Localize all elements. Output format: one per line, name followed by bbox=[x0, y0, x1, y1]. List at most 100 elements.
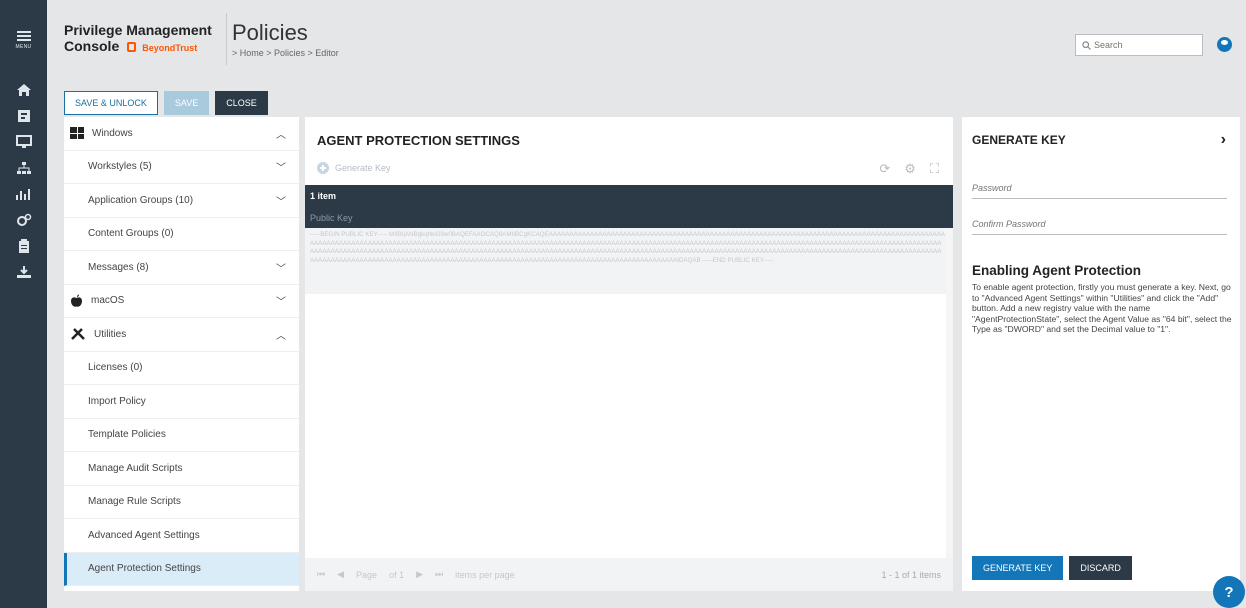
tree-item-label: Application Groups (10) bbox=[88, 194, 194, 206]
brand-line2: Console bbox=[64, 38, 120, 54]
tree-item-messages[interactable]: Messages (8) ﹀ bbox=[64, 251, 299, 285]
tree-group-label: macOS bbox=[91, 295, 125, 307]
tree-item-content-groups[interactable]: Content Groups (0) bbox=[64, 218, 299, 251]
generate-key-link[interactable]: Generate Key bbox=[317, 162, 391, 174]
column-header-public-key[interactable]: Public Key bbox=[305, 207, 953, 228]
side-rail: MENU bbox=[0, 0, 47, 608]
generate-key-button[interactable]: GENERATE KEY bbox=[972, 556, 1064, 580]
password-field[interactable] bbox=[972, 177, 1227, 199]
page-title: Policies bbox=[232, 20, 308, 45]
tree-item-label: Licenses (0) bbox=[88, 362, 143, 374]
user-avatar-icon[interactable] bbox=[1217, 37, 1232, 52]
generate-key-link-label: Generate Key bbox=[335, 163, 391, 173]
grid-scrollbar[interactable] bbox=[946, 228, 953, 558]
first-page-icon[interactable]: ⏮ bbox=[317, 569, 325, 580]
public-key-cell[interactable]: -----BEGIN PUBLIC KEY----- MIIBIjANBgkqh… bbox=[305, 228, 953, 294]
panel-actions: GENERATE KEY DISCARD bbox=[972, 556, 1132, 580]
page-size-label[interactable]: items per page bbox=[455, 570, 515, 580]
search-input[interactable] bbox=[1094, 40, 1194, 50]
brand: Privilege Management Console BeyondTrust bbox=[64, 22, 212, 56]
tree-item-label: Agent Protection Settings bbox=[88, 563, 201, 575]
refresh-icon[interactable]: ⟳ bbox=[879, 161, 890, 177]
tree-item-label: Workstyles (5) bbox=[88, 161, 152, 173]
gear-icon[interactable]: ⚙ bbox=[904, 161, 916, 177]
policy-tree: Windows ︿ Workstyles (5) ﹀ Application Gr… bbox=[64, 117, 299, 591]
help-heading: Enabling Agent Protection bbox=[972, 263, 1142, 278]
tree-item-label: Content Groups (0) bbox=[88, 228, 174, 240]
menu-label: MENU bbox=[15, 43, 32, 50]
tree-item-label: Advanced Agent Settings bbox=[88, 529, 200, 541]
beyondtrust-logo-icon bbox=[127, 42, 137, 52]
tree-item-template-policies[interactable]: Template Policies bbox=[64, 419, 299, 452]
generate-key-panel: GENERATE KEY › Enabling Agent Protection… bbox=[962, 117, 1240, 591]
tree-item-manage-rule-scripts[interactable]: Manage Rule Scripts bbox=[64, 486, 299, 519]
help-text: To enable agent protection, firstly you … bbox=[972, 282, 1232, 335]
panel-title: GENERATE KEY bbox=[972, 133, 1066, 147]
grid-count: 1 item bbox=[305, 185, 953, 207]
collapse-chevron-right-icon[interactable]: › bbox=[1221, 131, 1226, 149]
chevron-up-icon[interactable]: ︿ bbox=[275, 328, 287, 342]
section-title: AGENT PROTECTION SETTINGS bbox=[317, 133, 520, 148]
brand-line1: Privilege Management bbox=[64, 22, 212, 38]
tree-item-label: Template Policies bbox=[88, 429, 166, 441]
home-icon[interactable] bbox=[0, 78, 47, 101]
next-page-icon[interactable]: ▶ bbox=[416, 569, 423, 580]
pager-of-label: of 1 bbox=[389, 569, 405, 580]
tree-group-label: Utilities bbox=[94, 328, 127, 340]
policy-toolbar: SAVE & UNLOCK SAVE CLOSE bbox=[64, 91, 268, 115]
chevron-down-icon[interactable]: ﹀ bbox=[275, 194, 287, 208]
top-bar: Privilege Management Console BeyondTrust … bbox=[47, 0, 1246, 79]
tree-item-label: Manage Audit Scripts bbox=[88, 462, 183, 474]
chevron-down-icon[interactable]: ﹀ bbox=[275, 161, 287, 174]
fullscreen-icon[interactable]: ⛶ bbox=[930, 161, 939, 177]
tree-group-label: Windows bbox=[92, 127, 133, 139]
tree-group-windows[interactable]: Windows ︿ bbox=[64, 117, 299, 151]
help-button[interactable]: ? bbox=[1213, 576, 1245, 608]
pager: ⏮ ◀ Page of 1 ▶ ⏭ items per page 1 - 1 o… bbox=[305, 558, 953, 591]
chevron-up-icon[interactable]: ︿ bbox=[275, 127, 287, 141]
discard-button[interactable]: DISCARD bbox=[1069, 556, 1132, 580]
clipboard-icon[interactable] bbox=[0, 234, 47, 257]
computer-icon[interactable] bbox=[0, 130, 47, 153]
agent-protection-panel: AGENT PROTECTION SETTINGS Generate Key ⟳… bbox=[305, 117, 953, 591]
prev-page-icon[interactable]: ◀ bbox=[337, 569, 344, 580]
add-circle-icon bbox=[317, 162, 329, 174]
save-unlock-button[interactable]: SAVE & UNLOCK bbox=[64, 91, 158, 115]
settings-icon[interactable] bbox=[0, 208, 47, 231]
header-divider bbox=[226, 13, 227, 65]
tree-item-licenses[interactable]: Licenses (0) bbox=[64, 352, 299, 385]
tree-item-manage-audit-scripts[interactable]: Manage Audit Scripts bbox=[64, 452, 299, 486]
chevron-down-icon[interactable]: ﹀ bbox=[275, 295, 287, 308]
tree-group-macos[interactable]: macOS ﹀ bbox=[64, 285, 299, 318]
apple-icon bbox=[71, 294, 82, 307]
public-key-grid: 1 item Public Key -----BEGIN PUBLIC KEY-… bbox=[305, 185, 953, 294]
tree-group-utilities[interactable]: Utilities ︿ bbox=[64, 318, 299, 352]
search-icon bbox=[1082, 40, 1091, 50]
chevron-down-icon[interactable]: ﹀ bbox=[275, 261, 287, 275]
save-button[interactable]: SAVE bbox=[163, 91, 210, 115]
policy-icon[interactable] bbox=[0, 104, 47, 127]
hamburger-icon bbox=[16, 29, 31, 43]
groups-icon[interactable] bbox=[0, 156, 47, 179]
tree-item-agent-protection-settings[interactable]: Agent Protection Settings bbox=[64, 552, 299, 586]
search-box[interactable] bbox=[1075, 34, 1203, 56]
tree-item-label: Messages (8) bbox=[88, 261, 149, 273]
analytics-icon[interactable] bbox=[0, 182, 47, 205]
tree-item-workstyles[interactable]: Workstyles (5) ﹀ bbox=[64, 151, 299, 184]
tree-item-import-policy[interactable]: Import Policy bbox=[64, 385, 299, 419]
tools-icon bbox=[71, 328, 85, 341]
grid-tools: ⟳ ⚙ ⛶ bbox=[879, 161, 939, 177]
tree-item-advanced-agent-settings[interactable]: Advanced Agent Settings bbox=[64, 519, 299, 553]
last-page-icon[interactable]: ⏭ bbox=[435, 569, 443, 580]
brand-logo-text: BeyondTrust bbox=[142, 43, 198, 53]
tree-item-application-groups[interactable]: Application Groups (10) ﹀ bbox=[64, 184, 299, 218]
windows-icon bbox=[70, 127, 84, 140]
pager-page-label: Page bbox=[356, 569, 378, 580]
tree-item-label: Import Policy bbox=[88, 395, 146, 407]
confirm-password-field[interactable] bbox=[972, 213, 1227, 235]
menu-button[interactable]: MENU bbox=[0, 0, 47, 78]
tree-item-label: Manage Rule Scripts bbox=[88, 496, 181, 508]
breadcrumb[interactable]: > Home > Policies > Editor bbox=[232, 48, 339, 58]
close-button[interactable]: CLOSE bbox=[215, 91, 268, 115]
download-icon[interactable] bbox=[0, 260, 47, 283]
